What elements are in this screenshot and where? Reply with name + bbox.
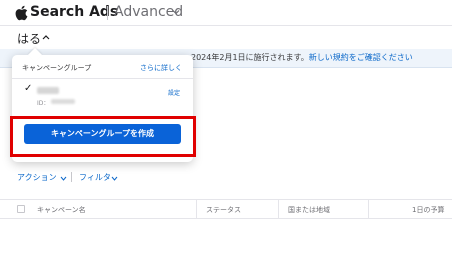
chevron-up-icon[interactable] bbox=[42, 34, 50, 40]
learn-more-link[interactable]: さらに詳しく bbox=[140, 63, 182, 73]
popover-divider bbox=[12, 78, 193, 79]
chevron-down-icon[interactable] bbox=[60, 176, 67, 181]
table-toolbar: アクション フィルタ bbox=[0, 168, 452, 188]
apple-logo-icon bbox=[15, 5, 28, 21]
account-name[interactable]: はる bbox=[17, 30, 41, 47]
checkmark-icon: ✓ bbox=[24, 83, 33, 94]
chevron-down-icon[interactable] bbox=[111, 176, 118, 181]
filter-menu[interactable]: フィルタ bbox=[79, 172, 111, 183]
notice-message: 2024年2月1日に施行されます。 bbox=[191, 53, 309, 62]
title-divider bbox=[107, 6, 108, 20]
select-all-checkbox[interactable] bbox=[17, 205, 25, 213]
column-divider bbox=[196, 200, 197, 218]
campaign-group-id-redacted bbox=[51, 99, 75, 104]
column-divider bbox=[278, 200, 279, 218]
toolbar-divider bbox=[71, 172, 72, 182]
top-bar: Search Ads Advanced bbox=[0, 0, 452, 26]
column-header-status[interactable]: ステータス bbox=[206, 205, 241, 215]
column-divider bbox=[368, 200, 369, 218]
campaign-table-header: キャンペーン名 ステータス 国または地域 1日の予算 bbox=[0, 199, 452, 219]
campaign-group-name-redacted[interactable] bbox=[37, 87, 59, 94]
settings-link[interactable]: 設定 bbox=[168, 88, 180, 97]
notice-text: 2024年2月1日に施行されます。新しい規約をご確認ください bbox=[191, 52, 413, 63]
terms-link[interactable]: 新しい規約をご確認ください bbox=[309, 53, 413, 62]
popover-heading: キャンペーングループ bbox=[22, 64, 92, 72]
column-header-campaign-name[interactable]: キャンペーン名 bbox=[37, 205, 86, 215]
chevron-down-icon[interactable] bbox=[172, 8, 180, 16]
brand-title: Search Ads bbox=[30, 4, 119, 20]
column-header-daily-budget[interactable]: 1日の予算 bbox=[412, 205, 444, 215]
account-selector[interactable]: はる bbox=[0, 27, 452, 49]
column-header-region[interactable]: 国または地域 bbox=[288, 205, 330, 215]
actions-menu[interactable]: アクション bbox=[17, 172, 57, 183]
campaign-group-id-label: ID： bbox=[37, 100, 50, 107]
create-campaign-group-button[interactable]: キャンペーングループを作成 bbox=[24, 124, 181, 144]
